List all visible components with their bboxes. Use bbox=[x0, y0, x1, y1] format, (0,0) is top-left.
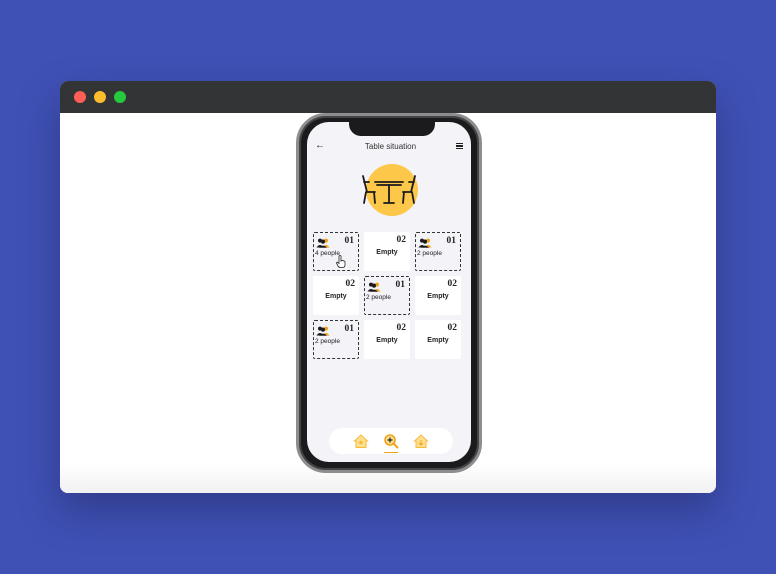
empty-label: Empty bbox=[325, 293, 347, 300]
app-header: ← Table situation bbox=[315, 140, 463, 152]
people-count: 2 people bbox=[366, 294, 391, 301]
hand-pointer-icon bbox=[336, 255, 346, 273]
window-titlebar bbox=[60, 81, 716, 113]
table-number: 01 bbox=[395, 280, 406, 290]
browser-window: ← Table situation 01 4 people 02 Empty 0… bbox=[60, 81, 716, 493]
table-number: 01 bbox=[344, 236, 355, 246]
empty-label: Empty bbox=[427, 293, 449, 300]
search-add-icon[interactable] bbox=[383, 433, 399, 453]
hamburger-menu-icon[interactable] bbox=[456, 143, 463, 149]
phone-notch bbox=[349, 122, 435, 136]
empty-label: Empty bbox=[376, 249, 398, 256]
table-card[interactable]: 02 Empty bbox=[364, 320, 410, 359]
table-card[interactable]: 02 Empty bbox=[313, 276, 359, 315]
maximize-window-button[interactable] bbox=[114, 91, 126, 103]
phone-screen: ← Table situation 01 4 people 02 Empty 0… bbox=[307, 122, 471, 462]
bottom-navigation bbox=[329, 428, 453, 454]
close-window-button[interactable] bbox=[74, 91, 86, 103]
tables-grid: 01 4 people 02 Empty 01 2 people 02 Empty 01 2 pe… bbox=[313, 232, 463, 359]
minimize-window-button[interactable] bbox=[94, 91, 106, 103]
phone-frame: ← Table situation 01 4 people 02 Empty 0… bbox=[296, 113, 482, 473]
table-number: 02 bbox=[396, 235, 407, 245]
table-number: 02 bbox=[447, 323, 458, 333]
table-number: 02 bbox=[447, 279, 458, 289]
people-count: 2 people bbox=[315, 338, 340, 345]
table-card[interactable]: 01 2 people bbox=[364, 276, 410, 315]
dining-table-chairs-icon bbox=[360, 164, 418, 216]
people-count: 2 people bbox=[417, 250, 442, 257]
empty-label: Empty bbox=[427, 337, 449, 344]
page-title: Table situation bbox=[364, 141, 417, 151]
table-card[interactable]: 02 Empty bbox=[415, 320, 461, 359]
home-icon[interactable] bbox=[413, 433, 429, 449]
window-content: ← Table situation 01 4 people 02 Empty 0… bbox=[60, 113, 716, 493]
table-card[interactable]: 01 2 people bbox=[415, 232, 461, 271]
table-card[interactable]: 01 4 people bbox=[313, 232, 359, 271]
table-card[interactable]: 02 Empty bbox=[364, 232, 410, 271]
table-card[interactable]: 01 2 people bbox=[313, 320, 359, 359]
table-number: 01 bbox=[446, 236, 457, 246]
table-number: 02 bbox=[396, 323, 407, 333]
table-number: 02 bbox=[345, 279, 356, 289]
home-icon[interactable] bbox=[353, 433, 369, 449]
arrow-left-icon[interactable]: ← bbox=[315, 141, 325, 151]
table-number: 01 bbox=[344, 324, 355, 334]
empty-label: Empty bbox=[376, 337, 398, 344]
table-card[interactable]: 02 Empty bbox=[415, 276, 461, 315]
